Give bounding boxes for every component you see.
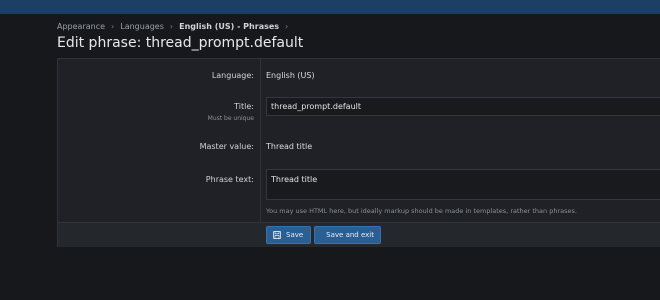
master-value-label: Master value:: [199, 142, 254, 151]
title-input[interactable]: thread_prompt.default: [266, 97, 660, 116]
master-value-text: Thread title: [266, 142, 313, 151]
language-value: English (US): [266, 71, 315, 80]
page-title: Edit phrase: thread_prompt.default: [57, 35, 304, 51]
form-body: Language: Title: Must be unique Master v…: [58, 59, 660, 222]
phrase-text-label: Phrase text:: [205, 175, 254, 184]
floppy-disk-icon: [273, 231, 281, 239]
save-button[interactable]: Save: [266, 226, 311, 244]
top-navigation-bar: [0, 0, 660, 14]
language-label: Language:: [211, 71, 254, 80]
save-and-exit-button-label: Save and exit: [326, 231, 374, 239]
save-and-exit-button[interactable]: Save and exit: [314, 226, 381, 244]
breadcrumb: Appearance › Languages › English (US) - …: [57, 20, 294, 32]
phrase-text-textarea[interactable]: Thread title: [266, 169, 660, 200]
chevron-right-icon: ›: [169, 21, 174, 31]
title-hint: Must be unique: [207, 115, 254, 122]
title-label: Title:: [234, 102, 254, 111]
phrase-text-explain: You may use HTML here, but ideally marku…: [266, 207, 577, 215]
breadcrumb-english-phrases[interactable]: English (US) - Phrases: [179, 22, 279, 31]
label-column: Language: Title: Must be unique Master v…: [58, 59, 261, 222]
breadcrumb-appearance[interactable]: Appearance: [57, 22, 105, 31]
chevron-right-icon: ›: [285, 21, 289, 31]
phrase-edit-form: Language: Title: Must be unique Master v…: [57, 58, 660, 247]
save-button-label: Save: [286, 231, 304, 239]
form-submit-row: Save Save and exit: [58, 222, 660, 247]
chevron-right-icon: ›: [111, 21, 115, 31]
breadcrumb-languages[interactable]: Languages: [120, 22, 164, 31]
